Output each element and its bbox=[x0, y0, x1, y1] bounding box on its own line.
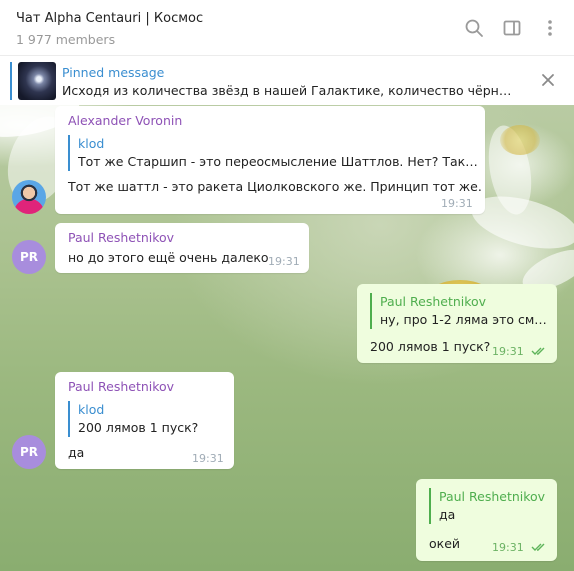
reply-author: klod bbox=[78, 402, 105, 417]
reply-text: Тот же Старшип - это переосмысление Шатт… bbox=[78, 154, 478, 169]
message-time: 19:31 bbox=[192, 452, 224, 465]
pinned-label: Pinned message bbox=[62, 65, 165, 80]
reply-author: Paul Reshetnikov bbox=[439, 489, 546, 504]
reply-preview[interactable]: klod Тот же Старшип - это переосмысление… bbox=[68, 135, 478, 171]
reply-author: klod bbox=[78, 136, 105, 151]
message-text: но до этого ещё очень далеко bbox=[68, 250, 269, 265]
reply-author: Paul Reshetnikov bbox=[380, 294, 487, 309]
avatar[interactable]: PR bbox=[12, 240, 46, 274]
background-daisy-center bbox=[500, 125, 540, 155]
message-bubble[interactable]: Paul Reshetnikov но до этого ещё очень д… bbox=[55, 223, 309, 273]
message-time: 19:31 bbox=[492, 541, 524, 554]
message-text: 200 лямов 1 пуск? bbox=[370, 339, 491, 354]
reply-preview[interactable]: Paul Reshetnikov да bbox=[429, 488, 549, 524]
pinned-message-bar[interactable]: Pinned message Исходя из количества звёз… bbox=[0, 55, 574, 105]
chat-title[interactable]: Чат Alpha Centauri | Космос bbox=[16, 11, 203, 26]
pinned-accent-bar bbox=[10, 62, 12, 100]
search-icon[interactable] bbox=[462, 16, 486, 40]
read-checkmarks-icon bbox=[531, 347, 545, 355]
avatar[interactable]: PR bbox=[12, 435, 46, 469]
sidebar-toggle-icon[interactable] bbox=[500, 16, 524, 40]
message-text: да bbox=[68, 445, 85, 460]
more-vertical-icon[interactable] bbox=[538, 16, 562, 40]
reply-text: 200 лямов 1 пуск? bbox=[78, 420, 199, 435]
reply-text: ну, про 1-2 ляма это сме... bbox=[380, 312, 548, 327]
message-text: Тот же шаттл - это ракета Циолковского ж… bbox=[68, 179, 482, 194]
reply-preview[interactable]: klod 200 лямов 1 пуск? bbox=[68, 401, 226, 437]
message-time: 19:31 bbox=[441, 197, 473, 210]
message-text: окей bbox=[429, 536, 461, 551]
member-count[interactable]: 1 977 members bbox=[16, 32, 115, 47]
message-time: 19:31 bbox=[268, 255, 300, 268]
avatar-initials: PR bbox=[19, 445, 39, 459]
message-time: 19:31 bbox=[492, 345, 524, 358]
read-checkmarks-icon bbox=[531, 543, 545, 551]
avatar[interactable] bbox=[12, 180, 46, 214]
sender-name[interactable]: Paul Reshetnikov bbox=[68, 230, 174, 245]
pinned-thumbnail bbox=[18, 62, 56, 100]
message-bubble[interactable]: Alexander Voronin klod Тот же Старшип - … bbox=[55, 106, 485, 214]
message-bubble-outgoing[interactable]: Paul Reshetnikov ну, про 1-2 ляма это см… bbox=[357, 284, 557, 363]
chat-header: Чат Alpha Centauri | Космос 1 977 member… bbox=[0, 0, 574, 55]
reply-text: да bbox=[439, 507, 456, 522]
message-bubble[interactable]: Paul Reshetnikov klod 200 лямов 1 пуск? … bbox=[55, 372, 234, 469]
sender-name[interactable]: Paul Reshetnikov bbox=[68, 379, 174, 394]
chat-messages-area[interactable]: Alexander Voronin klod Тот же Старшип - … bbox=[0, 105, 574, 571]
close-icon[interactable] bbox=[536, 68, 560, 92]
pinned-text: Исходя из количества звёзд в нашей Галак… bbox=[62, 83, 520, 98]
message-bubble-outgoing[interactable]: Paul Reshetnikov да окей 19:31 bbox=[416, 479, 557, 561]
reply-preview[interactable]: Paul Reshetnikov ну, про 1-2 ляма это см… bbox=[370, 293, 548, 329]
avatar-initials: PR bbox=[19, 250, 39, 264]
sender-name[interactable]: Alexander Voronin bbox=[68, 113, 182, 128]
